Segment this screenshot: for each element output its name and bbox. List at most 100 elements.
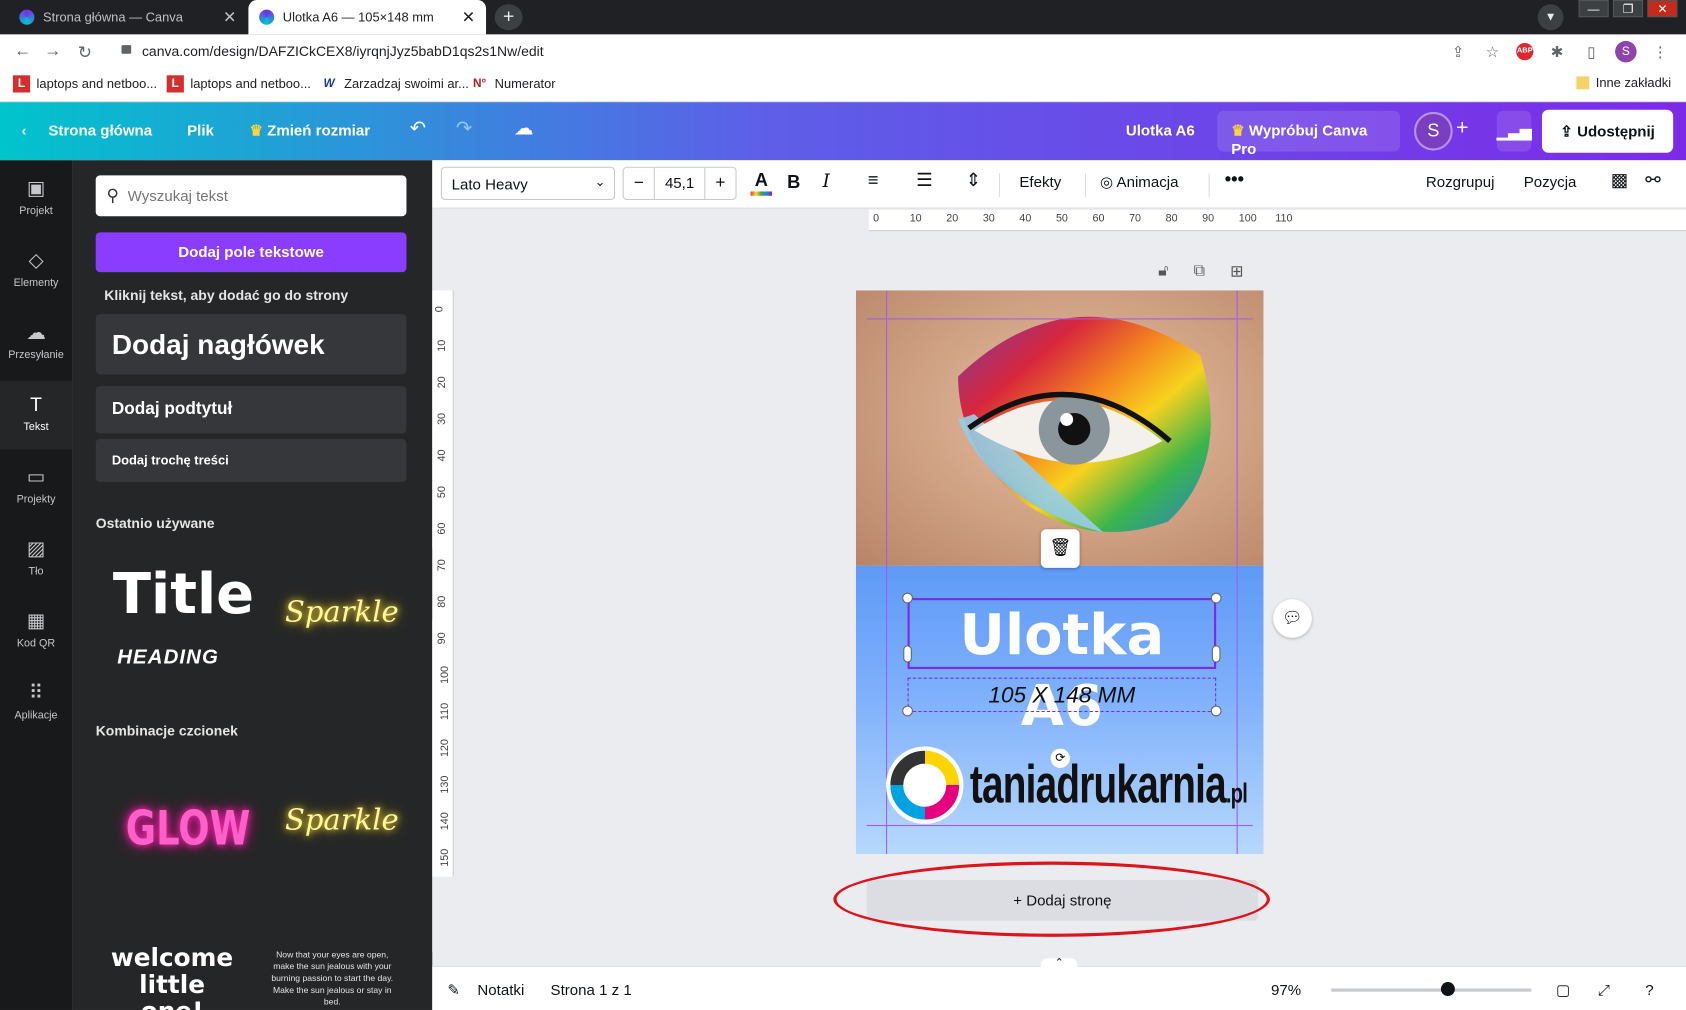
restore-icon[interactable]: ❐ (1612, 0, 1644, 18)
rail-item-projekt[interactable]: ▣ Projekt (0, 165, 72, 234)
add-textbox-button[interactable]: Dodaj pole tekstowe (95, 232, 407, 273)
link-icon[interactable]: ⚯ (1645, 170, 1660, 192)
other-bookmarks[interactable]: Inne zakładki (1576, 75, 1671, 90)
duplicate-page-icon[interactable]: ⧉ (1194, 261, 1206, 279)
lock-page-icon[interactable]: 🔓︎ (1158, 261, 1168, 279)
bookmark-item[interactable]: N° Numerator (471, 75, 556, 92)
eye-makeup-photo[interactable] (855, 290, 1264, 566)
rail-item-aplikacje[interactable]: ⠿ Aplikacje (0, 669, 72, 738)
share-button[interactable]: ⇪ Udostępnij (1541, 109, 1674, 153)
resize-button[interactable]: ♛ Zmień rozmiar (249, 122, 370, 140)
resize-handle[interactable] (1211, 645, 1221, 663)
text-color-button[interactable]: A (750, 170, 773, 198)
bookmark-item[interactable]: W Zarzadzaj swoimi ar... (320, 75, 468, 92)
rail-item-tekst[interactable]: T Tekst (0, 380, 73, 450)
resize-handle[interactable] (1210, 705, 1222, 717)
tab-search-icon[interactable]: ▼ (1537, 4, 1564, 31)
transparency-icon[interactable]: ▩ (1611, 170, 1628, 192)
page-grid-icon[interactable]: ▢ (1556, 981, 1570, 999)
zoom-slider-handle[interactable] (1440, 982, 1455, 997)
bookmark-item[interactable]: L laptops and netboo... (166, 75, 311, 93)
resize-handle[interactable] (902, 592, 913, 604)
adblock-icon[interactable]: ABP (1516, 43, 1534, 61)
rail-item-kod-qr[interactable]: ▦ Kod QR (0, 597, 72, 666)
search-box[interactable]: ⚲ (95, 175, 407, 217)
tab-home[interactable]: Strona główna — Canva ✕ (9, 0, 248, 34)
logo-mark[interactable] (886, 746, 964, 824)
cloud-saved-icon[interactable]: ☁ (514, 117, 533, 140)
rail-item-przesylanie[interactable]: ☁ Przesyłanie (0, 309, 72, 378)
tab-design[interactable]: Ulotka A6 — 105×148 mm ✕ (248, 0, 487, 35)
close-tab-icon[interactable]: ✕ (462, 8, 476, 27)
rail-item-elementy[interactable]: ◇ Elementy (0, 237, 72, 306)
list-icon[interactable]: ☰ (916, 170, 932, 192)
user-avatar[interactable]: S (1414, 111, 1453, 151)
subtitle-text[interactable]: 105 X 148 MM (907, 677, 1217, 713)
document-title[interactable]: Ulotka A6 (1126, 122, 1195, 139)
combo-quote[interactable]: Now that your eyes are open, make the su… (270, 949, 395, 1008)
redo-icon[interactable]: ↷ (456, 117, 472, 140)
reload-icon[interactable]: ↻ (69, 42, 101, 64)
resize-handle[interactable] (1210, 592, 1222, 604)
side-panel-icon[interactable]: ▯ (1581, 41, 1603, 63)
add-comment-icon[interactable]: 💬︎ (1273, 599, 1312, 638)
recent-font-sparkle[interactable]: Sparkle (285, 596, 399, 629)
home-link[interactable]: Strona główna (48, 122, 152, 139)
bookmark-item[interactable]: L laptops and netboo... (12, 75, 157, 93)
add-subtitle-button[interactable]: Dodaj podtytuł (95, 386, 407, 434)
spacing-icon[interactable]: ⇕ (966, 170, 981, 192)
resize-handle[interactable] (902, 705, 913, 717)
minimize-icon[interactable]: — (1578, 0, 1609, 18)
back-chevron-icon[interactable]: ‹ (22, 122, 27, 139)
notes-icon[interactable]: ✎ (447, 981, 460, 999)
add-member-icon[interactable]: + (1456, 116, 1469, 141)
try-pro-button[interactable]: ♛ Wypróbuj Canva Pro (1217, 110, 1401, 157)
close-window-icon[interactable]: ✕ (1647, 0, 1678, 18)
rail-item-tlo[interactable]: ▨ Tło (0, 525, 72, 594)
back-icon[interactable]: ← (6, 42, 38, 61)
title-text[interactable]: Ulotka A6 (907, 598, 1217, 739)
extensions-icon[interactable]: ✱ (1546, 41, 1568, 63)
chevron-up-icon[interactable]: ⌃ (1040, 958, 1078, 970)
profile-avatar[interactable]: S (1615, 40, 1637, 63)
position-button[interactable]: Pozycja (1524, 173, 1577, 190)
new-tab-button[interactable]: + (494, 4, 523, 31)
combo-glow[interactable]: GLOW (126, 801, 251, 856)
zoom-slider[interactable] (1331, 988, 1532, 992)
close-tab-icon[interactable]: ✕ (223, 8, 237, 27)
logo-text[interactable]: taniadrukarnia.pl (970, 753, 1248, 815)
font-size-stepper[interactable]: − 45,1 + (622, 166, 737, 201)
notes-button[interactable]: Notatki (477, 981, 524, 998)
bold-button[interactable]: B (787, 172, 800, 194)
add-body-button[interactable]: Dodaj trochę treści (95, 438, 407, 482)
font-family-select[interactable]: Lato Heavy ⌄ (440, 166, 616, 201)
resize-handle[interactable] (903, 645, 912, 663)
url-field[interactable]: canva.com/design/DAFZICkCEX8/iyrqnjJyz5b… (120, 43, 544, 59)
share-page-icon[interactable]: ⇪ (1447, 41, 1469, 63)
bookmark-star-icon[interactable]: ☆ (1482, 41, 1504, 63)
align-center-icon[interactable]: ≡ (868, 170, 879, 192)
design-page[interactable]: 🗑︎ Ulotka A6 105 X 148 MM ⟳ taniadrukarn… (855, 290, 1264, 855)
effects-button[interactable]: Efekty (1019, 173, 1061, 190)
font-size-input[interactable]: 45,1 (653, 167, 706, 199)
add-page-icon[interactable]: ⊞ (1230, 261, 1244, 280)
rail-item-projekty[interactable]: ▭ Projekty (0, 453, 72, 522)
file-menu[interactable]: Plik (187, 122, 214, 139)
italic-button[interactable]: I (823, 171, 830, 193)
search-input[interactable] (127, 187, 386, 205)
ungroup-button[interactable]: Rozgrupuj (1426, 173, 1495, 190)
increase-size-button[interactable]: + (705, 168, 735, 199)
zoom-value[interactable]: 97% (1271, 981, 1301, 998)
recent-font-heading[interactable]: HEADING (117, 646, 219, 670)
more-icon[interactable]: ••• (1225, 169, 1244, 191)
menu-icon[interactable]: ⋮ (1650, 41, 1672, 63)
forward-icon[interactable]: → (37, 42, 69, 61)
undo-icon[interactable]: ↶ (410, 117, 426, 140)
decrease-size-button[interactable]: − (624, 168, 654, 199)
combo-sparkle[interactable]: Sparkle (285, 803, 399, 836)
combo-welcome[interactable]: welcome little one! (109, 945, 236, 1010)
delete-icon[interactable]: 🗑︎ (1040, 529, 1080, 568)
recent-font-title[interactable]: Title (113, 563, 254, 628)
add-heading-button[interactable]: Dodaj nagłówek (95, 314, 407, 375)
fullscreen-icon[interactable]: ⤢ (1598, 981, 1610, 999)
